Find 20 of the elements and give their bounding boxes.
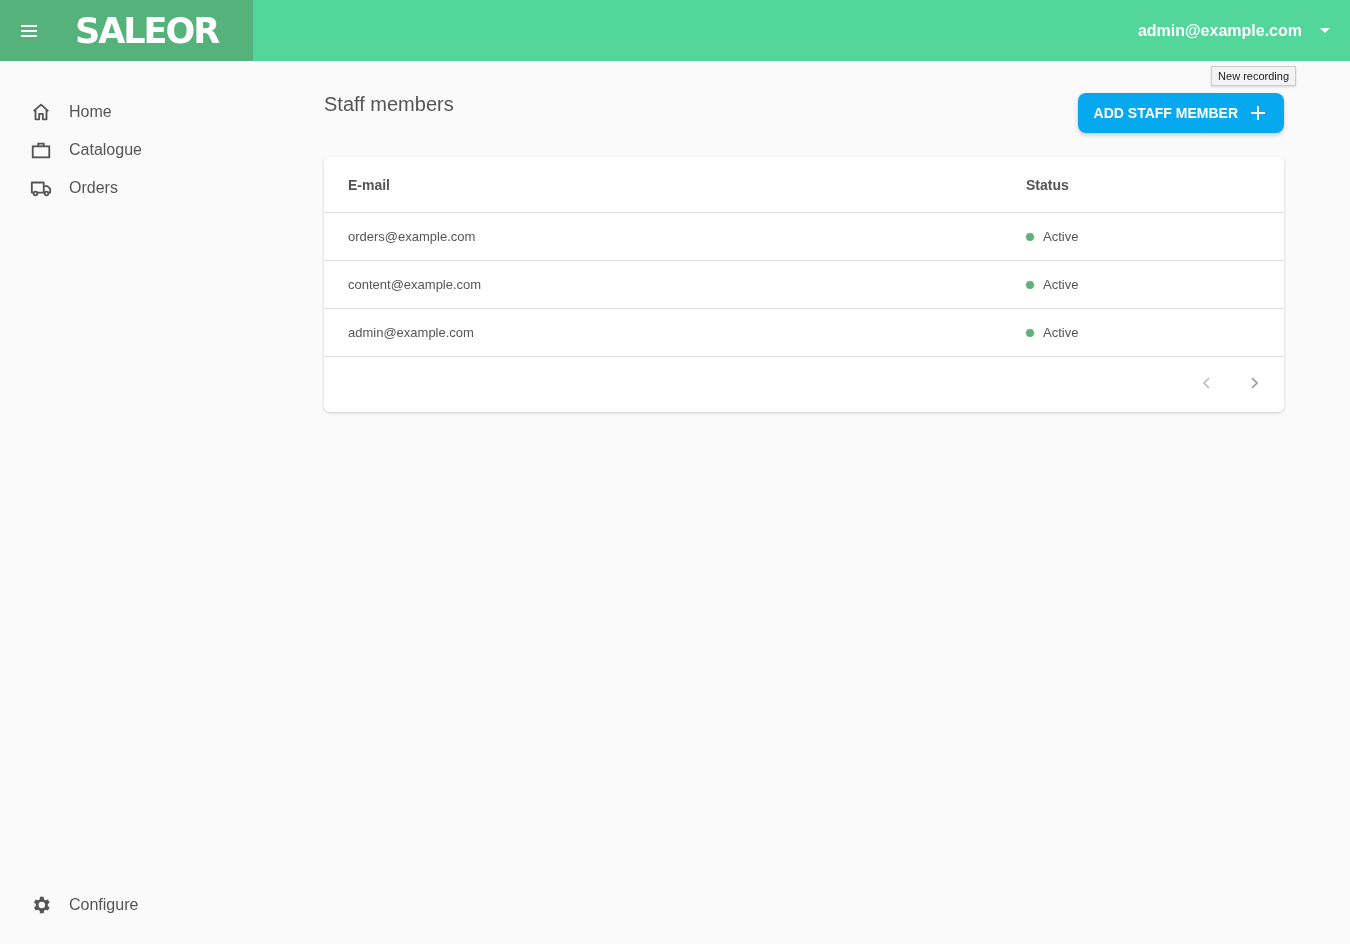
tooltip: New recording (1211, 66, 1296, 86)
column-header: E-mail (347, 176, 391, 193)
status-text: Active (1043, 277, 1079, 292)
status-text: Active (1043, 325, 1079, 340)
nav-item[interactable]: Configure (0, 886, 324, 924)
email-cell-text: orders@example.com (347, 229, 477, 244)
page-title: Staff members (324, 93, 454, 116)
status-text: Active (1043, 229, 1079, 244)
column-header: Status (1025, 176, 1070, 193)
plus-icon (1250, 105, 1266, 121)
logo: SALEOR (75, 10, 219, 51)
nav-item[interactable]: Home (0, 93, 324, 131)
nav-item[interactable]: Orders (0, 169, 324, 207)
email-cell-text: admin@example.com (347, 325, 475, 340)
chevron-right-icon (1250, 377, 1258, 389)
email-cell-text: content@example.com (347, 277, 483, 292)
chevron-left-icon (1202, 377, 1210, 389)
house-icon (30, 101, 52, 123)
nav-item[interactable]: Catalogue (0, 131, 324, 169)
caret-icon (1320, 27, 1330, 34)
